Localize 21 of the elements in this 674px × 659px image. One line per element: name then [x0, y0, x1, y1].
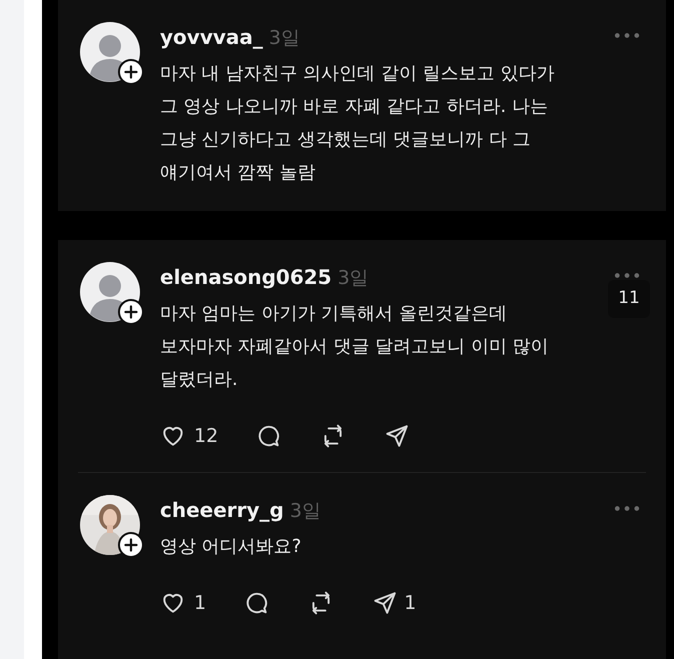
follow-plus-icon[interactable]	[118, 299, 144, 325]
follow-plus-icon[interactable]	[118, 59, 144, 85]
timestamp: 3일	[290, 499, 321, 524]
send-icon[interactable]	[372, 590, 398, 616]
like-count: 1	[194, 590, 206, 616]
follow-plus-icon[interactable]	[118, 532, 144, 558]
send-icon[interactable]	[384, 422, 410, 449]
share-count: 1	[404, 590, 416, 616]
comment-text: 영상 어디서봐요?	[160, 534, 302, 558]
more-icon[interactable]	[614, 505, 640, 512]
like-count: 12	[194, 424, 218, 448]
count-badge: 11	[608, 280, 650, 318]
username[interactable]: elenasong0625	[160, 262, 332, 292]
timestamp: 3일	[338, 266, 369, 291]
comment-text: 마자 내 남자친구 의사인데 같이 릴스보고 있다가 그 영상 나오니까 바로 자폐 같다고 하더라. 나는 그냥 신기하다고 생각했는데 댓글보니까 다 그 얘기여서 깜짝 놀람	[160, 62, 554, 184]
more-icon[interactable]	[614, 272, 640, 279]
username[interactable]: cheeerry_g	[160, 495, 284, 525]
comment-text: 마자 엄마는 아기가 기특해서 올린것같은데 보자마자 자폐같아서 댓글 달려고보니 이미 많이 달렸더라.	[160, 302, 549, 392]
timestamp: 3일	[268, 26, 300, 51]
username[interactable]: yovvvaa_	[160, 22, 263, 52]
more-icon[interactable]	[614, 32, 640, 39]
